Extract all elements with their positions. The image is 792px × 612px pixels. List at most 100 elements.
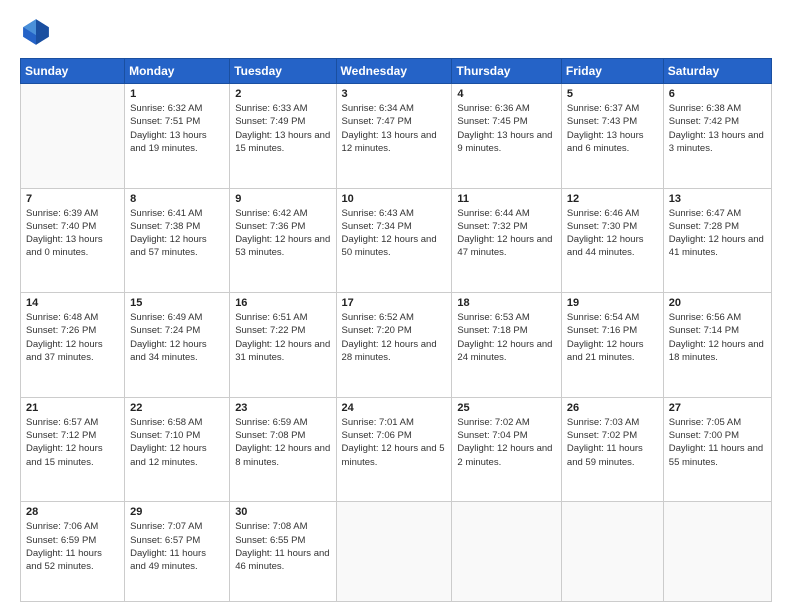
day-number: 4: [457, 88, 556, 100]
weekday-header-friday: Friday: [561, 59, 663, 84]
day-number: 30: [235, 506, 330, 518]
calendar-cell: 11 Sunrise: 6:44 AMSunset: 7:32 PMDayligh…: [452, 188, 562, 293]
day-number: 13: [669, 193, 766, 205]
calendar-cell: [336, 502, 452, 602]
weekday-header-tuesday: Tuesday: [230, 59, 336, 84]
day-info: Sunrise: 6:41 AMSunset: 7:38 PMDaylight:…: [130, 207, 224, 260]
weekday-header-wednesday: Wednesday: [336, 59, 452, 84]
day-info: Sunrise: 6:47 AMSunset: 7:28 PMDaylight:…: [669, 207, 766, 260]
day-info: Sunrise: 6:48 AMSunset: 7:26 PMDaylight:…: [26, 311, 119, 364]
day-info: Sunrise: 6:53 AMSunset: 7:18 PMDaylight:…: [457, 311, 556, 364]
calendar-week-5: 28 Sunrise: 7:06 AMSunset: 6:59 PMDayligh…: [21, 502, 772, 602]
day-info: Sunrise: 7:07 AMSunset: 6:57 PMDaylight:…: [130, 520, 224, 573]
logo-icon: [20, 16, 52, 48]
calendar-cell: 17 Sunrise: 6:52 AMSunset: 7:20 PMDayligh…: [336, 293, 452, 398]
calendar-cell: 1 Sunrise: 6:32 AMSunset: 7:51 PMDaylight…: [125, 84, 230, 189]
day-number: 18: [457, 297, 556, 309]
day-info: Sunrise: 6:33 AMSunset: 7:49 PMDaylight:…: [235, 102, 330, 155]
day-info: Sunrise: 6:54 AMSunset: 7:16 PMDaylight:…: [567, 311, 658, 364]
day-number: 15: [130, 297, 224, 309]
day-number: 22: [130, 402, 224, 414]
day-number: 10: [342, 193, 447, 205]
day-number: 24: [342, 402, 447, 414]
day-number: 16: [235, 297, 330, 309]
day-number: 11: [457, 193, 556, 205]
day-info: Sunrise: 6:57 AMSunset: 7:12 PMDaylight:…: [26, 416, 119, 469]
weekday-header-sunday: Sunday: [21, 59, 125, 84]
calendar-cell: 10 Sunrise: 6:43 AMSunset: 7:34 PMDayligh…: [336, 188, 452, 293]
calendar-cell: 8 Sunrise: 6:41 AMSunset: 7:38 PMDaylight…: [125, 188, 230, 293]
calendar-week-3: 14 Sunrise: 6:48 AMSunset: 7:26 PMDayligh…: [21, 293, 772, 398]
day-info: Sunrise: 7:08 AMSunset: 6:55 PMDaylight:…: [235, 520, 330, 573]
day-number: 27: [669, 402, 766, 414]
calendar-cell: 26 Sunrise: 7:03 AMSunset: 7:02 PMDayligh…: [561, 397, 663, 502]
day-number: 6: [669, 88, 766, 100]
day-number: 8: [130, 193, 224, 205]
day-number: 19: [567, 297, 658, 309]
day-info: Sunrise: 6:59 AMSunset: 7:08 PMDaylight:…: [235, 416, 330, 469]
calendar-cell: 16Sunrise: 6:51 AMSunset: 7:22 PMDayligh…: [230, 293, 336, 398]
day-info: Sunrise: 6:46 AMSunset: 7:30 PMDaylight:…: [567, 207, 658, 260]
calendar-cell: 9Sunrise: 6:42 AMSunset: 7:36 PMDaylight…: [230, 188, 336, 293]
day-info: Sunrise: 7:03 AMSunset: 7:02 PMDaylight:…: [567, 416, 658, 469]
calendar-cell: 23 Sunrise: 6:59 AMSunset: 7:08 PMDayligh…: [230, 397, 336, 502]
day-info: Sunrise: 6:37 AMSunset: 7:43 PMDaylight:…: [567, 102, 658, 155]
calendar-cell: [21, 84, 125, 189]
day-number: 17: [342, 297, 447, 309]
calendar-cell: [663, 502, 771, 602]
calendar-cell: 27 Sunrise: 7:05 AMSunset: 7:00 PMDayligh…: [663, 397, 771, 502]
calendar-cell: 15Sunrise: 6:49 AMSunset: 7:24 PMDayligh…: [125, 293, 230, 398]
calendar-cell: 14 Sunrise: 6:48 AMSunset: 7:26 PMDayligh…: [21, 293, 125, 398]
calendar-week-4: 21 Sunrise: 6:57 AMSunset: 7:12 PMDayligh…: [21, 397, 772, 502]
weekday-header-saturday: Saturday: [663, 59, 771, 84]
calendar-cell: 25Sunrise: 7:02 AMSunset: 7:04 PMDayligh…: [452, 397, 562, 502]
day-info: Sunrise: 6:56 AMSunset: 7:14 PMDaylight:…: [669, 311, 766, 364]
day-info: Sunrise: 7:01 AMSunset: 7:06 PMDaylight:…: [342, 416, 447, 469]
day-info: Sunrise: 6:32 AMSunset: 7:51 PMDaylight:…: [130, 102, 224, 155]
day-info: Sunrise: 6:43 AMSunset: 7:34 PMDaylight:…: [342, 207, 447, 260]
day-number: 14: [26, 297, 119, 309]
day-number: 1: [130, 88, 224, 100]
calendar-cell: 6 Sunrise: 6:38 AMSunset: 7:42 PMDaylight…: [663, 84, 771, 189]
calendar-week-1: 1 Sunrise: 6:32 AMSunset: 7:51 PMDaylight…: [21, 84, 772, 189]
calendar-cell: 22 Sunrise: 6:58 AMSunset: 7:10 PMDayligh…: [125, 397, 230, 502]
day-number: 20: [669, 297, 766, 309]
day-info: Sunrise: 7:05 AMSunset: 7:00 PMDaylight:…: [669, 416, 766, 469]
calendar-table: SundayMondayTuesdayWednesdayThursdayFrid…: [20, 58, 772, 602]
calendar-cell: 19 Sunrise: 6:54 AMSunset: 7:16 PMDayligh…: [561, 293, 663, 398]
day-number: 29: [130, 506, 224, 518]
day-info: Sunrise: 6:44 AMSunset: 7:32 PMDaylight:…: [457, 207, 556, 260]
day-info: Sunrise: 6:38 AMSunset: 7:42 PMDaylight:…: [669, 102, 766, 155]
calendar-cell: 30 Sunrise: 7:08 AMSunset: 6:55 PMDayligh…: [230, 502, 336, 602]
calendar-cell: 3Sunrise: 6:34 AMSunset: 7:47 PMDaylight…: [336, 84, 452, 189]
weekday-header-monday: Monday: [125, 59, 230, 84]
calendar-cell: 13 Sunrise: 6:47 AMSunset: 7:28 PMDayligh…: [663, 188, 771, 293]
day-number: 23: [235, 402, 330, 414]
day-info: Sunrise: 6:42 AMSunset: 7:36 PMDaylight:…: [235, 207, 330, 260]
calendar-cell: [561, 502, 663, 602]
logo: [20, 16, 56, 48]
calendar-cell: 28 Sunrise: 7:06 AMSunset: 6:59 PMDayligh…: [21, 502, 125, 602]
day-number: 7: [26, 193, 119, 205]
calendar-cell: 29 Sunrise: 7:07 AMSunset: 6:57 PMDayligh…: [125, 502, 230, 602]
day-number: 5: [567, 88, 658, 100]
calendar-cell: 12 Sunrise: 6:46 AMSunset: 7:30 PMDayligh…: [561, 188, 663, 293]
calendar-cell: 18 Sunrise: 6:53 AMSunset: 7:18 PMDayligh…: [452, 293, 562, 398]
day-number: 21: [26, 402, 119, 414]
day-number: 12: [567, 193, 658, 205]
calendar-cell: 2 Sunrise: 6:33 AMSunset: 7:49 PMDaylight…: [230, 84, 336, 189]
day-number: 28: [26, 506, 119, 518]
day-info: Sunrise: 7:06 AMSunset: 6:59 PMDaylight:…: [26, 520, 119, 573]
calendar-cell: 4 Sunrise: 6:36 AMSunset: 7:45 PMDaylight…: [452, 84, 562, 189]
day-number: 26: [567, 402, 658, 414]
day-number: 3: [342, 88, 447, 100]
calendar-cell: 24 Sunrise: 7:01 AMSunset: 7:06 PMDayligh…: [336, 397, 452, 502]
day-info: Sunrise: 6:52 AMSunset: 7:20 PMDaylight:…: [342, 311, 447, 364]
weekday-header-thursday: Thursday: [452, 59, 562, 84]
day-info: Sunrise: 6:58 AMSunset: 7:10 PMDaylight:…: [130, 416, 224, 469]
day-number: 2: [235, 88, 330, 100]
day-number: 25: [457, 402, 556, 414]
page: SundayMondayTuesdayWednesdayThursdayFrid…: [0, 0, 792, 612]
day-info: Sunrise: 6:36 AMSunset: 7:45 PMDaylight:…: [457, 102, 556, 155]
calendar-cell: 5 Sunrise: 6:37 AMSunset: 7:43 PMDaylight…: [561, 84, 663, 189]
